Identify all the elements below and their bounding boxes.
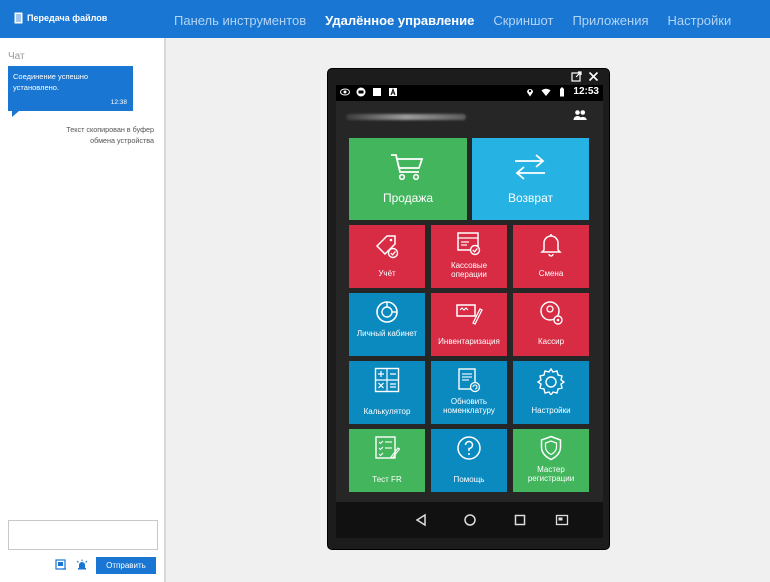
tile-personal-cabinet[interactable]: Личный кабинет	[349, 293, 425, 356]
tile-shift-label: Смена	[538, 269, 564, 278]
alarm-icon[interactable]	[76, 559, 88, 571]
tile-test-fr-label: Тест FR	[372, 475, 402, 484]
calculator-icon	[374, 367, 400, 393]
blurred-store-name	[346, 114, 466, 120]
popout-icon[interactable]	[571, 71, 582, 82]
tile-settings-label: Настройки	[531, 406, 571, 415]
tab-screenshot[interactable]: Скриншот	[493, 13, 553, 28]
register-check-icon	[457, 232, 481, 256]
send-button[interactable]: Отправить	[96, 557, 156, 574]
tile-return[interactable]: Возврат	[472, 138, 589, 220]
file-transfer-button[interactable]: Передача файлов	[14, 12, 107, 24]
tile-personal-cabinet-label: Личный кабинет	[356, 329, 418, 338]
app-bar	[336, 101, 603, 131]
chat-message: Соединение успешно установлено. 12:38	[8, 66, 133, 111]
tile-sale-label: Продажа	[382, 191, 434, 205]
cart-icon	[391, 154, 424, 181]
device-nav-bar	[336, 502, 603, 538]
file-transfer-label: Передача файлов	[27, 13, 108, 23]
wifi-icon	[541, 88, 551, 96]
document-refresh-icon	[458, 368, 481, 393]
square-icon	[373, 88, 381, 96]
chat-bubble-tail	[12, 111, 19, 117]
back-icon[interactable]	[414, 513, 428, 527]
tab-settings[interactable]: Настройки	[668, 13, 732, 28]
screen-icon[interactable]	[555, 513, 569, 527]
checklist-icon	[375, 436, 400, 459]
exchange-icon	[515, 154, 545, 180]
chat-input[interactable]	[8, 520, 158, 550]
device-screen[interactable]: Продажа Возврат Учёт Кассовые операции С…	[336, 101, 603, 502]
tab-dashboard[interactable]: Панель инструментов	[174, 13, 306, 28]
tag-check-icon	[375, 235, 399, 259]
tile-update-catalog-label: Обновить номенклатуру	[443, 397, 495, 415]
tile-registration-wizard-label: Мастер регистрации	[527, 465, 575, 483]
tile-calculator[interactable]: Калькулятор	[349, 361, 425, 424]
chat-message-text: Соединение успешно установлено.	[13, 72, 89, 92]
tile-cash-operations-label: Кассовые операции	[450, 261, 488, 279]
tile-help[interactable]: Помощь	[431, 429, 507, 492]
location-icon	[527, 88, 534, 96]
tile-calculator-label: Калькулятор	[363, 407, 411, 416]
tile-return-label: Возврат	[508, 191, 553, 205]
tile-registration-wizard[interactable]: Мастер регистрации	[513, 429, 589, 492]
tile-settings[interactable]: Настройки	[513, 361, 589, 424]
tile-inventory-label: Инвентаризация	[438, 337, 500, 346]
gear-icon	[537, 367, 565, 395]
document-icon	[14, 12, 23, 24]
tile-sale[interactable]: Продажа	[349, 138, 467, 220]
users-icon[interactable]	[573, 109, 587, 121]
shield-icon	[540, 435, 562, 461]
screenshot-icon[interactable]	[55, 559, 67, 571]
tab-applications[interactable]: Приложения	[572, 13, 648, 28]
a-icon	[389, 88, 397, 96]
main-nav: Панель инструментов Удалённое управление…	[174, 13, 750, 28]
chat-message-time: 12:38	[110, 99, 127, 106]
tile-account[interactable]: Учёт	[349, 225, 425, 288]
tile-test-fr[interactable]: Тест FR	[349, 429, 425, 492]
eye-icon	[340, 88, 350, 96]
tile-inventory[interactable]: Инвентаризация	[431, 293, 507, 356]
tile-help-label: Помощь	[453, 475, 485, 484]
tile-update-catalog[interactable]: Обновить номенклатуру	[431, 361, 507, 424]
system-message: Текст скопирован в буфер обмена устройст…	[66, 125, 154, 145]
home-icon[interactable]	[463, 513, 477, 527]
app-icon	[356, 87, 366, 97]
close-icon[interactable]	[588, 71, 599, 82]
tab-remote-control[interactable]: Удалённое управление	[325, 13, 474, 28]
chat-panel: Чат Соединение успешно установлено. 12:3…	[0, 38, 166, 582]
tile-cash-operations[interactable]: Кассовые операции	[431, 225, 507, 288]
user-gear-icon	[540, 301, 563, 325]
tile-cashier-label: Кассир	[537, 337, 565, 346]
status-time: 12:53	[573, 86, 599, 97]
tile-account-label: Учёт	[378, 269, 396, 278]
tile-shift[interactable]: Смена	[513, 225, 589, 288]
top-bar: Передача файлов Панель инструментов Удал…	[0, 0, 770, 38]
help-icon	[457, 436, 481, 460]
bell-icon	[540, 234, 562, 257]
pie-chart-icon	[376, 301, 398, 323]
clipboard-pen-icon	[456, 304, 483, 325]
device-status-bar: 12:53	[336, 85, 603, 101]
device-frame-controls	[571, 71, 599, 82]
recents-icon[interactable]	[513, 513, 527, 527]
chat-title: Чат	[8, 51, 25, 62]
battery-icon	[560, 87, 565, 96]
tile-cashier[interactable]: Кассир	[513, 293, 589, 356]
device-frame: 12:53 Продажа Возврат Учёт Кассовые опер…	[327, 68, 610, 550]
